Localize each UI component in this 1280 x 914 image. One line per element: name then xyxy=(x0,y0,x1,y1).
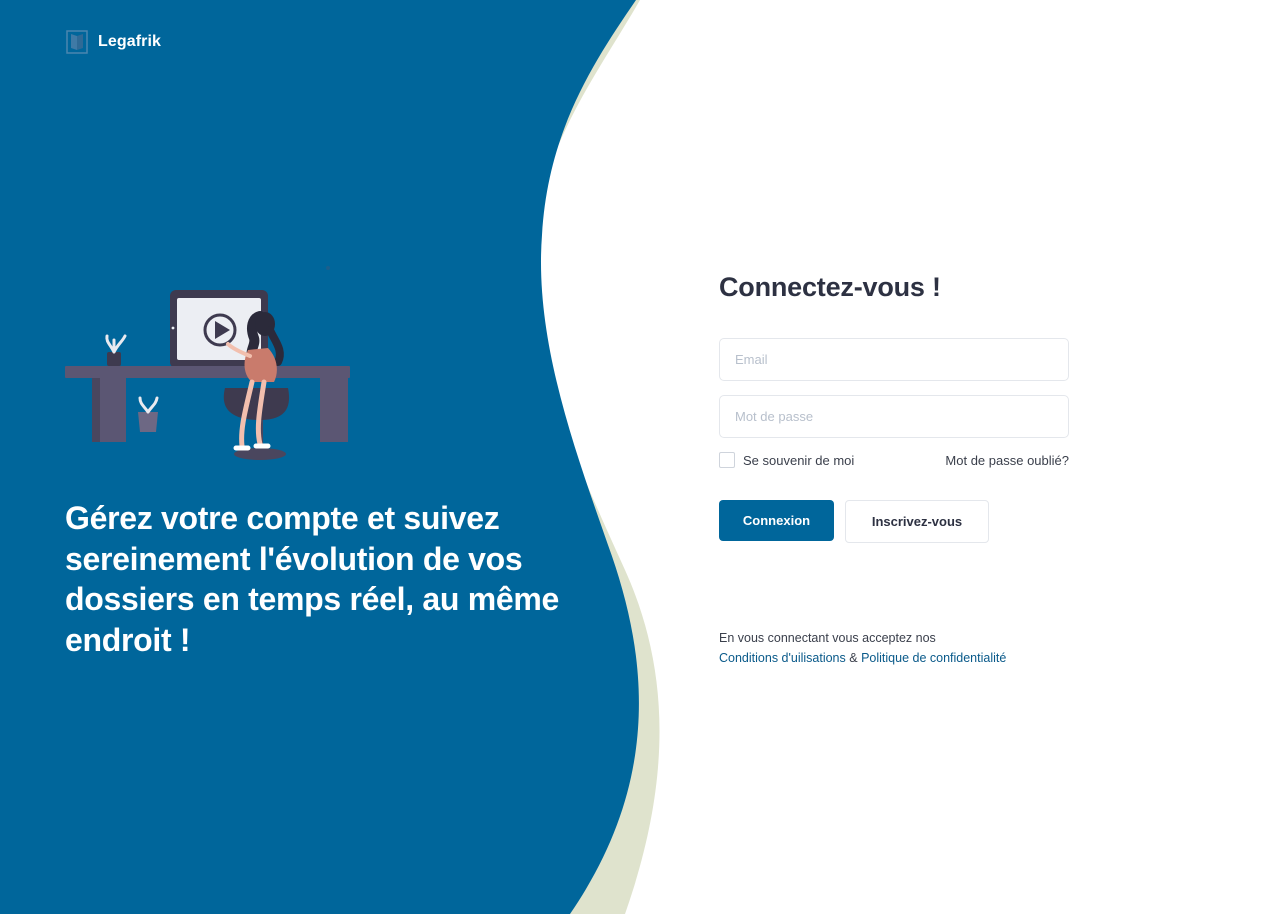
terms-link[interactable]: Conditions d'uilisations xyxy=(719,651,846,665)
remember-me-checkbox[interactable] xyxy=(719,452,735,468)
login-title: Connectez-vous ! xyxy=(719,272,941,302)
woman-at-desk-video-illustration xyxy=(65,266,350,460)
hero-headline: Gérez votre compte et suivez sereinement… xyxy=(65,500,560,658)
forgot-password-link[interactable]: Mot de passe oublié? xyxy=(945,453,1069,468)
signup-button[interactable]: Inscrivez-vous xyxy=(845,500,989,543)
brand[interactable]: Legafrik xyxy=(66,30,161,54)
legal-links: Conditions d'uilisations & Politique de … xyxy=(719,649,1006,669)
email-input[interactable] xyxy=(719,338,1069,381)
legal-intro: En vous connectant vous acceptez nos xyxy=(719,631,936,645)
legal-and: & xyxy=(849,650,858,665)
remember-me-label: Se souvenir de moi xyxy=(743,452,855,468)
remember-me[interactable]: Se souvenir de moi xyxy=(719,452,854,468)
password-input[interactable] xyxy=(719,395,1069,438)
privacy-link[interactable]: Politique de confidentialité xyxy=(861,651,1006,665)
brand-name: Legafrik xyxy=(98,33,162,50)
login-button[interactable]: Connexion xyxy=(719,500,834,541)
legal-notice: En vous connectant vous acceptez nos Con… xyxy=(719,629,1006,668)
legafrik-logo-icon xyxy=(66,30,88,54)
